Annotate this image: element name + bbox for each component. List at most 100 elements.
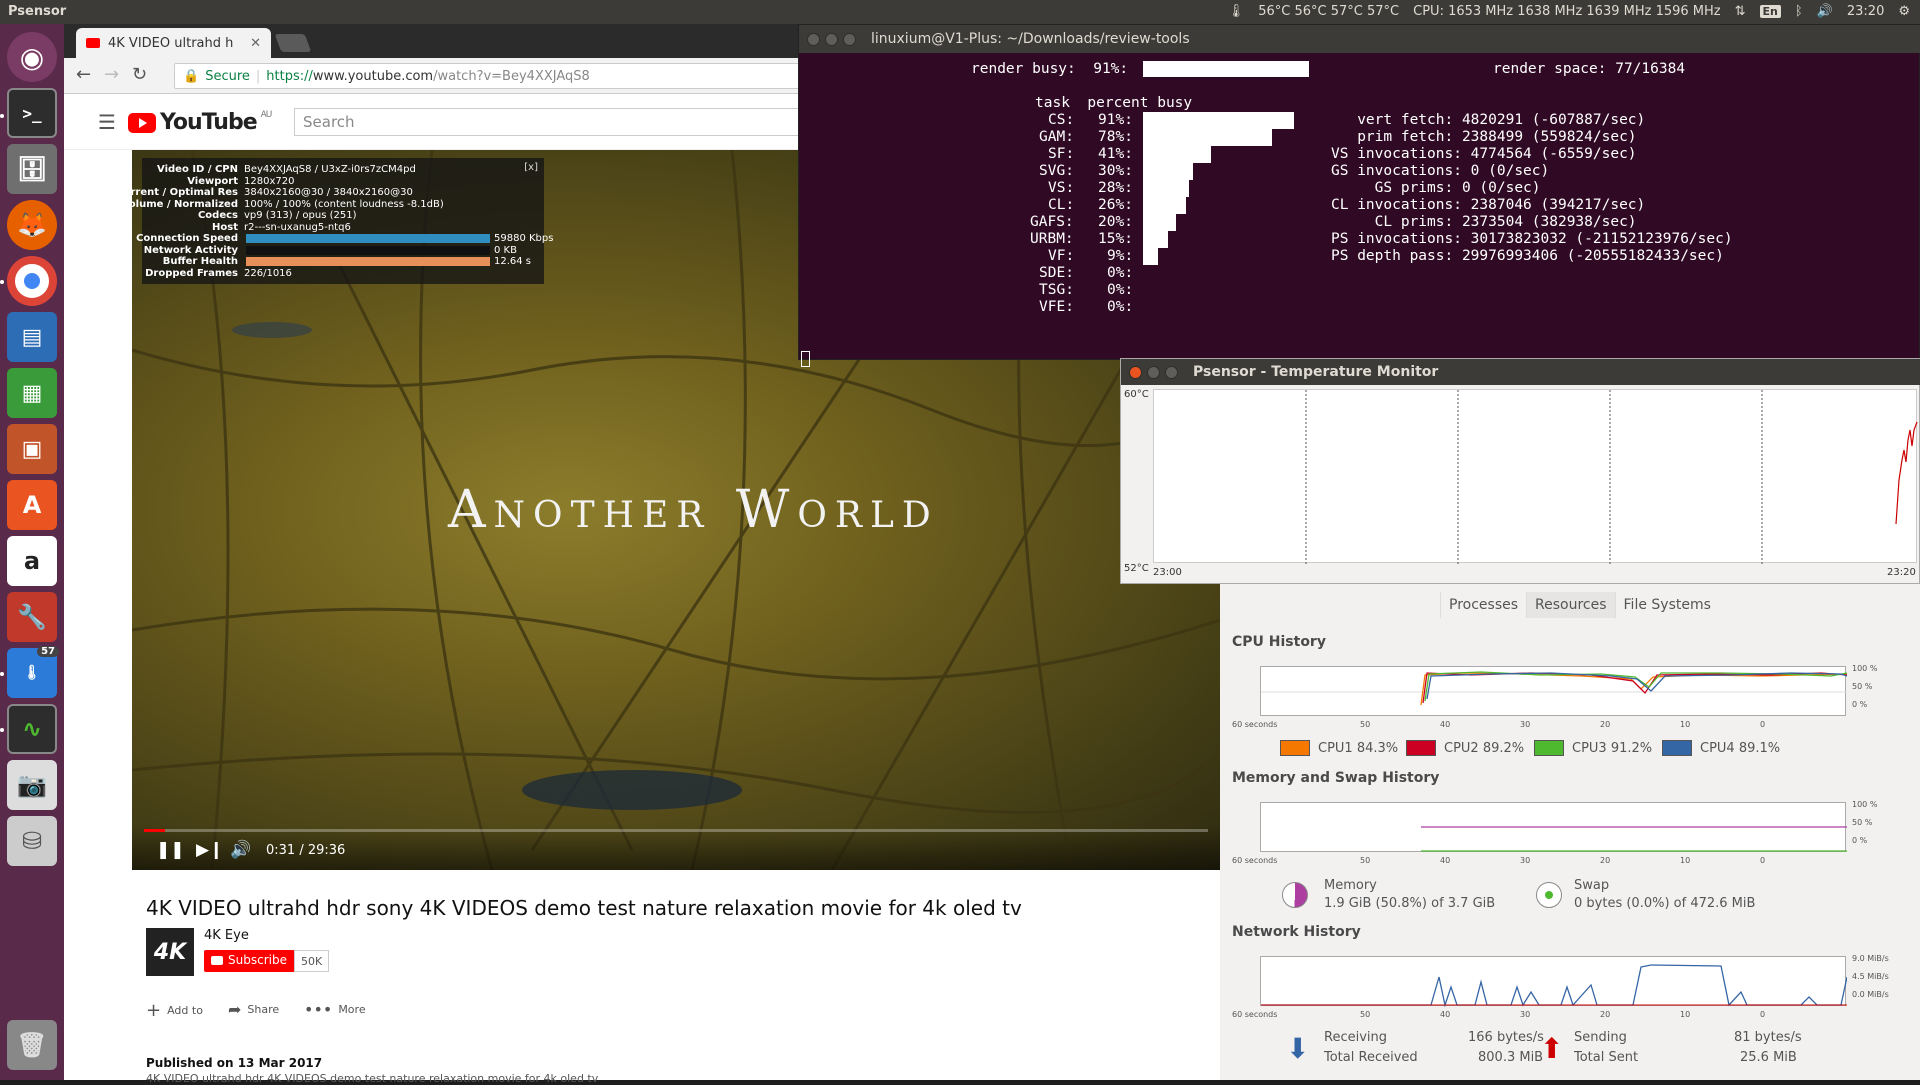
camera-launcher-icon[interactable]: 📷: [7, 760, 57, 810]
keyboard-layout-indicator[interactable]: En: [1759, 5, 1781, 18]
terminal-stat-line: PS depth pass: 29976993406 (-20555182433…: [1331, 248, 1724, 264]
youtube-favicon-icon: [86, 38, 100, 48]
x-axis-label: 10: [1680, 720, 1691, 729]
psensor-launcher-icon[interactable]: 57 🌡: [7, 646, 59, 698]
close-window-button[interactable]: [807, 33, 820, 46]
running-indicator: [0, 672, 4, 676]
close-tab-icon[interactable]: ✕: [250, 36, 261, 51]
video-progress-bar[interactable]: [144, 829, 1208, 832]
receiving-label: Receiving: [1324, 1030, 1388, 1045]
clock[interactable]: 23:20: [1847, 4, 1884, 19]
terminal-stat-line: GS invocations: 0 (0/sec): [1331, 163, 1550, 179]
youtube-logo[interactable]: YouTube AU: [128, 110, 272, 135]
cpu-color-swatch[interactable]: [1406, 740, 1436, 756]
system-monitor-launcher-icon[interactable]: ∿: [7, 704, 57, 754]
forward-arrow-icon[interactable]: →: [104, 64, 119, 85]
share-button[interactable]: ➦ Share: [228, 1000, 279, 1019]
memory-label: Memory: [1324, 878, 1377, 893]
channel-name[interactable]: 4K Eye: [204, 928, 249, 943]
more-label: More: [338, 1003, 366, 1016]
software-center-launcher-icon[interactable]: A: [7, 480, 57, 530]
running-indicator: [0, 280, 4, 284]
stats-value: 1280x720: [244, 175, 295, 187]
volume-icon[interactable]: 🔊: [230, 840, 251, 860]
stats-label: Volume / Normalized: [132, 198, 238, 210]
add-to-button[interactable]: + Add to: [146, 1000, 203, 1021]
impress-launcher-icon[interactable]: ▣: [7, 424, 57, 474]
terminal-titlebar: linuxium@V1-Plus: ~/Downloads/review-too…: [799, 25, 1920, 53]
cpu-frequency-readout[interactable]: CPU: 1653 MHz 1638 MHz 1639 MHz 1596 MHz: [1413, 4, 1720, 19]
trash-icon[interactable]: 🗑: [7, 1020, 57, 1070]
x-axis-label: 60 seconds: [1232, 856, 1278, 865]
calc-launcher-icon[interactable]: ▦: [7, 368, 57, 418]
stats-label: Connection Speed: [136, 233, 238, 244]
disk-launcher-icon[interactable]: ⛁: [7, 816, 57, 866]
terminal-stat-line: PS invocations: 30173823032 (-2115212397…: [1331, 231, 1733, 247]
hamburger-menu-icon[interactable]: ☰: [98, 110, 116, 134]
volume-icon[interactable]: 🔊: [1817, 4, 1833, 19]
cpu-legend-item[interactable]: CPU4 89.1%: [1662, 740, 1780, 756]
url-host: www.youtube.com: [312, 68, 434, 84]
task-name: VFE:: [1039, 299, 1074, 315]
thermometer-icon[interactable]: 🌡: [1228, 4, 1245, 19]
chrome-launcher-icon[interactable]: [7, 256, 57, 306]
terminal-output[interactable]: render busy: 91%: render space: 77/16384…: [799, 53, 1920, 367]
files-launcher-icon[interactable]: 🗄: [7, 144, 57, 194]
power-gear-icon[interactable]: ⚙: [1898, 4, 1910, 19]
maximize-window-button[interactable]: [1165, 366, 1178, 379]
firefox-launcher-icon[interactable]: 🦊: [7, 200, 57, 250]
stats-label: Codecs: [197, 210, 238, 221]
terminal-launcher-icon[interactable]: >_: [7, 88, 57, 138]
minimize-window-button[interactable]: [825, 33, 838, 46]
y-axis-label: 4.5 MiB/s: [1852, 972, 1889, 981]
swap-label: Swap: [1574, 878, 1610, 893]
next-icon[interactable]: ▶❙: [196, 840, 223, 860]
psensor-window: Psensor - Temperature Monitor 60°C 52°C …: [1120, 358, 1920, 584]
task-percent: 78%:: [1098, 129, 1133, 145]
reload-icon[interactable]: ↻: [132, 64, 147, 85]
more-button[interactable]: ••• More: [304, 1000, 366, 1019]
cpu-color-swatch[interactable]: [1280, 740, 1310, 756]
subscribe-button[interactable]: Subscribe: [204, 950, 295, 972]
network-icon[interactable]: ⇅: [1735, 4, 1746, 19]
task-busy-bar: [1143, 231, 1168, 248]
close-window-button[interactable]: [1129, 366, 1142, 379]
tab-processes[interactable]: Processes: [1440, 592, 1526, 618]
stats-label: Viewport: [187, 175, 238, 187]
dash-icon[interactable]: ◉: [7, 32, 57, 82]
task-percent: 91%:: [1098, 112, 1133, 128]
render-busy-bar: [1143, 61, 1309, 77]
temperature-graph[interactable]: [1153, 389, 1918, 564]
cpu-legend-item[interactable]: CPU3 91.2%: [1534, 740, 1652, 756]
stats-label: Current / Optimal Res: [132, 187, 238, 198]
tab-resources[interactable]: Resources: [1526, 592, 1615, 618]
subscribe-label: Subscribe: [228, 953, 287, 967]
task-percent: 0%:: [1107, 265, 1134, 281]
amazon-launcher-icon[interactable]: a: [7, 536, 57, 586]
cpu-color-swatch[interactable]: [1534, 740, 1564, 756]
cpu-legend-item[interactable]: CPU2 89.2%: [1406, 740, 1524, 756]
cpu-legend-item[interactable]: CPU1 84.3%: [1280, 740, 1398, 756]
url-path: /watch?v=Bey4XXJAqS8: [433, 68, 590, 84]
maximize-window-button[interactable]: [843, 33, 856, 46]
search-input[interactable]: Search: [294, 108, 854, 136]
browser-tab[interactable]: 4K VIDEO ultrahd h ✕: [76, 28, 271, 58]
stats-row: Current / Optimal Res 3840x2160@30 / 3840…: [132, 187, 542, 198]
channel-avatar[interactable]: 4K: [146, 928, 194, 976]
minimize-window-button[interactable]: [1147, 366, 1160, 379]
bluetooth-icon[interactable]: ᛒ: [1795, 4, 1803, 19]
cpu-color-swatch[interactable]: [1662, 740, 1692, 756]
tab-file-systems[interactable]: File Systems: [1614, 592, 1719, 618]
swap-pie: [1536, 882, 1562, 908]
terminal-cursor: [801, 351, 810, 367]
terminal-window: linuxium@V1-Plus: ~/Downloads/review-too…: [798, 24, 1920, 367]
temperature-readout[interactable]: 56°C 56°C 57°C 57°C: [1258, 4, 1399, 19]
launcher: ◉ >_ 🗄 🦊 ▤ ▦ ▣ A a 🔧 57 🌡 ∿ 📷 ⛁ 🗑: [0, 24, 64, 1080]
cpu-label: CPU1 84.3%: [1318, 740, 1399, 756]
settings-launcher-icon[interactable]: 🔧: [7, 592, 57, 642]
back-arrow-icon[interactable]: ←: [76, 64, 91, 85]
task-busy-bar: [1143, 214, 1176, 231]
new-tab-button[interactable]: [274, 34, 312, 52]
writer-launcher-icon[interactable]: ▤: [7, 312, 57, 362]
pause-icon[interactable]: ❚❚: [156, 840, 185, 860]
